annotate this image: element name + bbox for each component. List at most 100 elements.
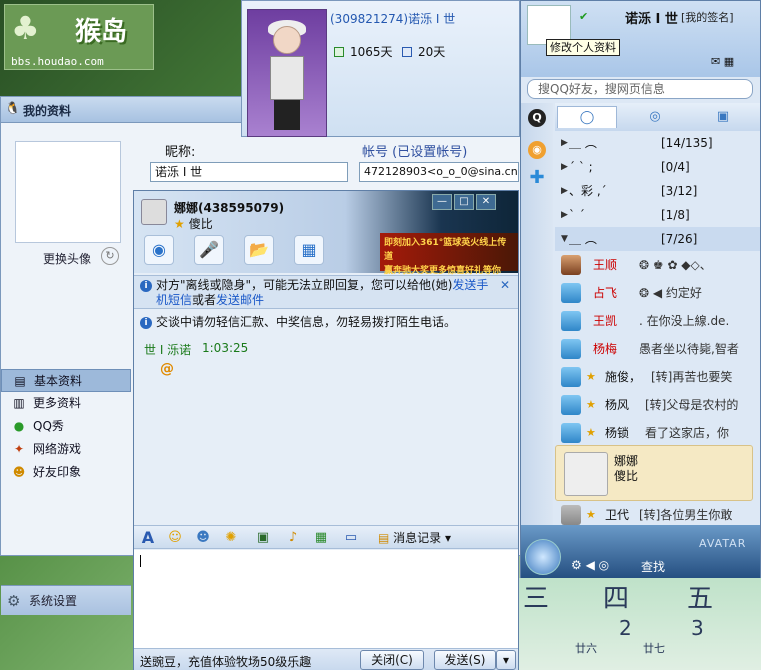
contact-name: 娜娜(438595079)	[174, 201, 285, 215]
account-label[interactable]: 帐号 (已设置帐号)	[362, 141, 467, 160]
text-caret	[140, 555, 141, 567]
calendar-icon	[334, 47, 344, 57]
friend-item[interactable]: ★ 施俊， [转]再苦也要笑	[555, 363, 760, 391]
chevron-right-icon: ▶	[561, 138, 568, 148]
group-item[interactable]: ▶ ＿ ︵ [14/135]	[555, 131, 760, 155]
gear-icon[interactable]: ⚙	[571, 558, 582, 572]
chat-header[interactable]: 娜娜(438595079) ★ 傻比 — □ ✕ ◉ 🎤 📂 ▦ 即刻加入361°篮球英火线…	[134, 191, 518, 290]
calendar-date: 3	[691, 616, 704, 640]
online-status-icon[interactable]: ✔	[579, 10, 588, 23]
nav-item-basic-info[interactable]: ▤ 基本资料	[1, 369, 131, 392]
friend-item[interactable]: 王顺 ❂ ♚ ✿ ◆◇、	[555, 251, 760, 279]
group-list: ▶ ＿ ︵ [14/135] ▶ ˊ ˋ ; [0/4] ▶ 、彩 ,ˊ [3/12] ▶ ˋ…	[555, 131, 760, 251]
snail-emoji-icon: @	[160, 361, 174, 377]
refresh-icon[interactable]: ↻	[101, 247, 119, 265]
chat-toolbar: ◉ 🎤 📂 ▦	[144, 235, 344, 265]
apps-icon[interactable]: ▦	[724, 55, 734, 68]
calendar-day: 五	[687, 584, 714, 614]
star-icon: ★	[174, 217, 185, 231]
profile-nav: ▤ 基本资料 ▥ 更多资料 ● QQ秀 ✦ 网络游戏 ☻ 好友印象	[1, 369, 131, 484]
format-toolbar: A ☺ ☻ ✺ ▣ ♪ ▦ ▭ ▤ 消息记录 ▾	[134, 525, 518, 549]
screenshot-icon[interactable]: ▭	[342, 529, 360, 547]
lunar-date: 廿六	[575, 642, 597, 655]
send-file-icon[interactable]: 📂	[244, 235, 274, 265]
picture-icon[interactable]: ▣	[254, 529, 272, 547]
pet-icon[interactable]: ◉	[528, 141, 546, 159]
send-email-link[interactable]: 发送邮件	[216, 293, 264, 307]
info-icon: i	[140, 317, 152, 329]
group-item[interactable]: ▶ ˋ ˊ [1/8]	[555, 203, 760, 227]
logo-url: bbs.houdao.com	[11, 55, 104, 68]
group-item-open[interactable]: ▼ ＿ ︵ [7/26]	[555, 227, 760, 251]
vip-star-icon: ★	[586, 370, 596, 383]
nav-item-online-games[interactable]: ✦ 网络游戏	[1, 438, 131, 461]
magic-emoji-icon[interactable]: ☻	[194, 529, 212, 547]
friend-item[interactable]: ★ 杨风 [转]父母是农村的	[555, 391, 760, 419]
contact-tabs: ◯ ◎ ▣	[555, 103, 760, 131]
nickname-field[interactable]: 诺泺 I 世	[150, 162, 348, 182]
promo-link[interactable]: 送豌豆，充值体验牧场50级乐趣	[140, 653, 311, 670]
voice-call-icon[interactable]: 🎤	[194, 235, 224, 265]
search-input[interactable]: 搜QQ好友，搜网页信息	[527, 79, 753, 99]
group-item[interactable]: ▶ ˊ ˋ ; [0/4]	[555, 155, 760, 179]
penguin-icon: 🐧	[5, 101, 20, 115]
music-icon[interactable]: ♪	[284, 529, 302, 547]
game-icon: ✦	[13, 442, 25, 456]
minimize-button[interactable]: —	[432, 194, 452, 210]
friend-item[interactable]: 杨梅 愚者坐以待毙,智者	[555, 335, 760, 363]
contact-avatar[interactable]	[141, 199, 167, 225]
find-button[interactable]: 查找	[641, 558, 665, 575]
maximize-button[interactable]: □	[454, 194, 474, 210]
system-settings-button[interactable]: ⚙ 系统设置	[1, 585, 131, 615]
speaker-icon[interactable]: ◀	[586, 558, 595, 572]
add-icon[interactable]: ✚	[528, 169, 546, 187]
tab-friends[interactable]: ◯	[557, 106, 617, 128]
message-input[interactable]	[134, 550, 518, 648]
friend-item[interactable]: 王凯. 在你没上線.de.	[555, 307, 760, 335]
shake-icon[interactable]: ✺	[222, 529, 240, 547]
email-field[interactable]: 472128903<o_o_0@sina.cn>	[359, 162, 519, 182]
tab-groups[interactable]: ◎	[625, 106, 685, 128]
chevron-right-icon: ▶	[561, 162, 568, 172]
tab-recent[interactable]: ▣	[693, 106, 753, 128]
font-icon[interactable]: A	[139, 529, 157, 547]
send-options-button[interactable]: ▾	[496, 650, 516, 670]
share-screen-icon[interactable]: ▦	[294, 235, 324, 265]
mail-icon[interactable]: ✉	[711, 55, 720, 68]
close-notice-icon[interactable]: ✕	[500, 278, 510, 293]
message-sender: 世 I 泺诺	[144, 343, 192, 357]
chat-bottom-bar: 送豌豆，充值体验牧场50级乐趣 关闭(C) 发送(S) ▾	[134, 648, 518, 670]
change-avatar-link[interactable]: 更换头像	[43, 250, 91, 267]
avatar-preview[interactable]	[15, 141, 121, 243]
close-button[interactable]: ✕	[476, 194, 496, 210]
nav-item-impressions[interactable]: ☻ 好友印象	[1, 461, 131, 484]
selected-friend[interactable]: 娜娜 傻比	[555, 445, 753, 501]
friend-avatar	[561, 255, 581, 275]
side-icon-bar: Q ◉ ✚	[521, 103, 553, 525]
palm-tree-icon: ♣	[11, 9, 40, 47]
search-icon[interactable]: ◎	[599, 558, 609, 572]
logo-mark: 猴岛	[75, 17, 128, 47]
nav-item-more-info[interactable]: ▥ 更多资料	[1, 392, 131, 415]
friend-list: 王顺 ❂ ♚ ✿ ◆◇、 占飞 ❂ ◀ 约定好 王凯. 在你没上線.de. 杨梅 愚者…	[555, 251, 760, 447]
video-call-icon[interactable]: ◉	[144, 235, 174, 265]
qqshow-card: (309821274)诺泺 I 世 1065天 20天	[241, 0, 520, 137]
profile-title: 我的资料	[23, 104, 72, 118]
main-menu-button[interactable]	[525, 539, 561, 575]
my-nickname[interactable]: 诺泺 I 世	[625, 8, 678, 27]
emoji-icon[interactable]: ☺	[166, 529, 184, 547]
penguin-icon[interactable]: Q	[528, 109, 546, 127]
gift-icon[interactable]: ▦	[312, 529, 330, 547]
message-history-button[interactable]: ▤ 消息记录 ▾	[378, 529, 451, 547]
ad-banner[interactable]: 即刻加入361°篮球英火线上传道赢奔驰大奖更多惊喜好礼等你拿！	[380, 233, 518, 290]
friend-item[interactable]: ★ 杨锁 看了这家店，你	[555, 419, 760, 447]
friend-item[interactable]: 占飞 ❂ ◀ 约定好	[555, 279, 760, 307]
nav-item-qqshow[interactable]: ● QQ秀	[1, 415, 131, 438]
bottom-icons: ⚙ ◀ ◎	[571, 558, 609, 572]
my-signature[interactable]: [我的签名]	[681, 9, 734, 25]
qqshow-owner[interactable]: (309821274)诺泺 I 世	[330, 10, 455, 27]
group-item[interactable]: ▶ 、彩 ,ˊ [3/12]	[555, 179, 760, 203]
calendar-date: 2	[619, 616, 632, 640]
close-chat-button[interactable]: 关闭(C)	[360, 650, 424, 670]
send-button[interactable]: 发送(S)	[434, 650, 496, 670]
